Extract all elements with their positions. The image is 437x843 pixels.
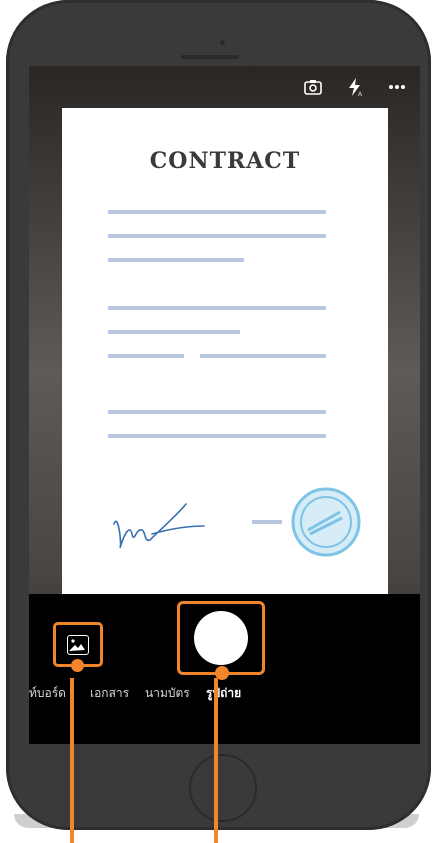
callout-line xyxy=(70,678,74,843)
home-button[interactable] xyxy=(189,754,257,822)
mode-business-card[interactable]: นามบัตร xyxy=(145,684,190,703)
text-line xyxy=(108,234,326,238)
text-line xyxy=(108,210,326,214)
shutter-highlight xyxy=(177,601,265,675)
camera-toolbar: A xyxy=(302,76,408,98)
text-line xyxy=(108,258,244,262)
document-title: CONTRACT xyxy=(149,148,301,174)
callout-line xyxy=(214,678,218,843)
text-line xyxy=(200,354,326,358)
mode-whiteboard[interactable]: ท์บอร์ด xyxy=(29,684,66,703)
svg-text:A: A xyxy=(358,92,362,97)
text-line xyxy=(108,354,184,358)
mode-document[interactable]: เอกสาร xyxy=(90,684,129,703)
front-camera xyxy=(220,40,225,45)
capture-mode-selector: ท์บอร์ด เอกสาร นามบัตร รูปถ่าย xyxy=(29,684,420,700)
scanned-document: CONTRACT xyxy=(62,108,388,594)
camera-controls: ท์บอร์ด เอกสาร นามบัตร รูปถ่าย xyxy=(29,594,420,744)
camera-screen: A CONTRACT ท์บอร์ด เอกสาร นามบัตร รูปถ่า… xyxy=(29,66,420,744)
text-line xyxy=(108,306,326,310)
gallery-icon xyxy=(67,634,89,655)
text-line xyxy=(108,434,326,438)
signature xyxy=(106,484,216,558)
flash-auto-icon[interactable]: A xyxy=(344,76,366,98)
text-line xyxy=(108,410,326,414)
shutter-button[interactable] xyxy=(194,611,248,665)
more-icon[interactable] xyxy=(386,76,408,98)
text-line xyxy=(108,330,240,334)
flip-camera-icon[interactable] xyxy=(302,76,324,98)
earpiece-speaker xyxy=(181,55,239,59)
mode-photo[interactable]: รูปถ่าย xyxy=(206,684,241,703)
callout-marker xyxy=(71,659,84,672)
seal-stamp xyxy=(248,484,368,568)
